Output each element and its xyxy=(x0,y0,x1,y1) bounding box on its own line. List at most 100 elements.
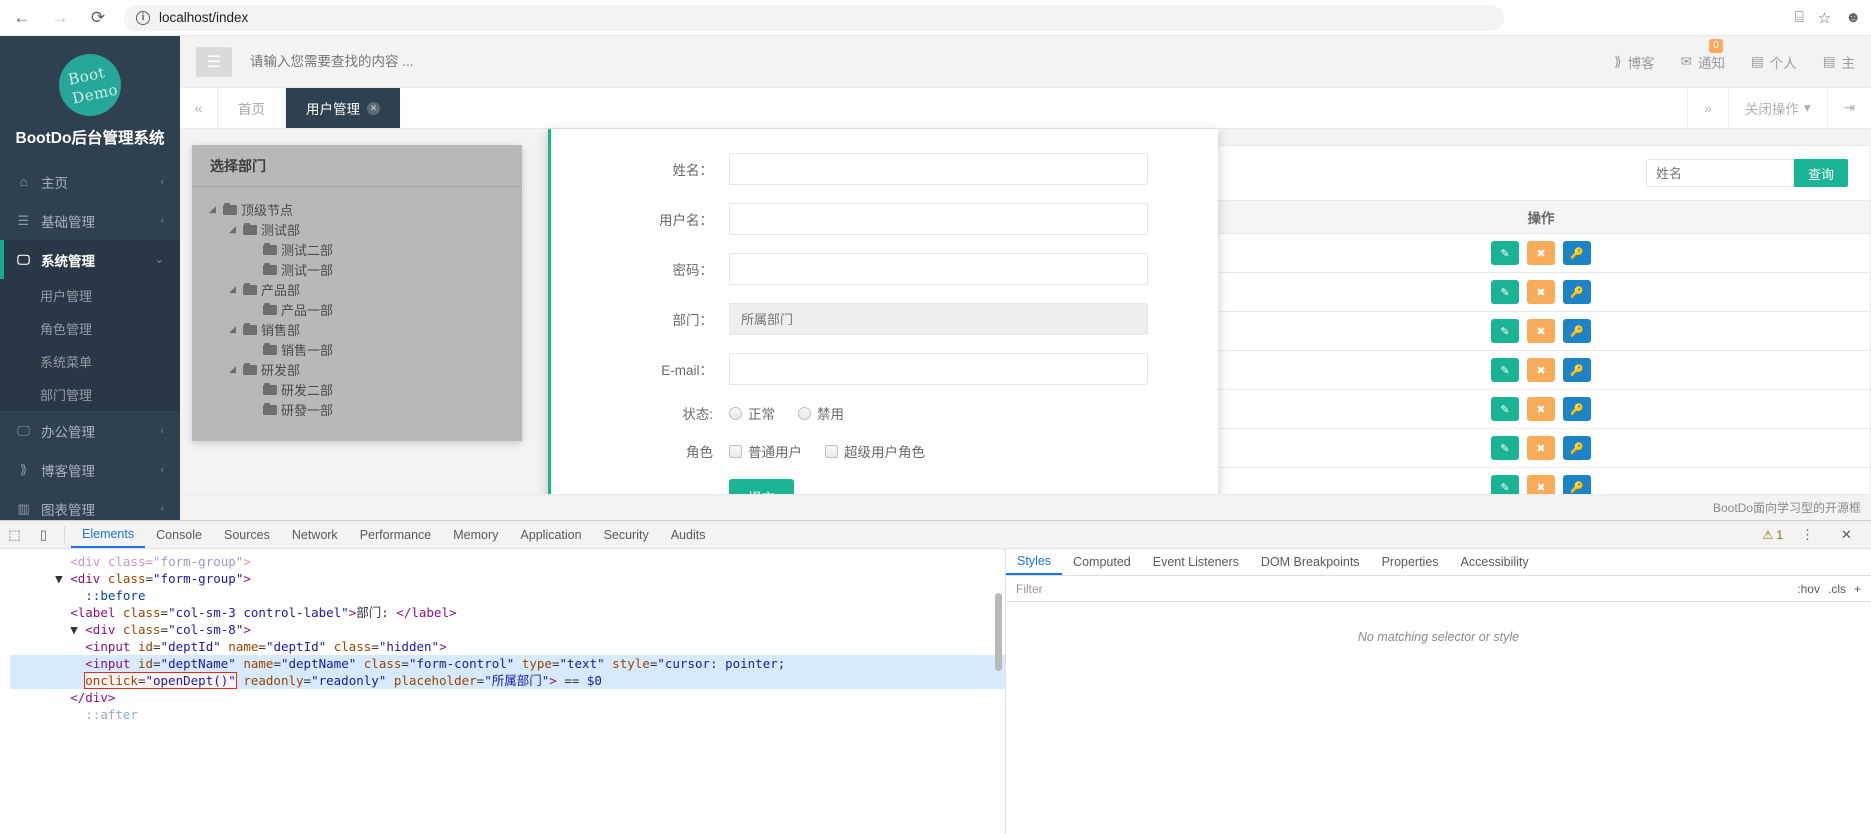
dom-line[interactable]: <input id="deptName" name="deptName" cla… xyxy=(10,655,1005,672)
tree-toggle-icon[interactable]: ◢ xyxy=(206,204,219,215)
devtools-tab-sources[interactable]: Sources xyxy=(213,521,281,548)
sidebar-item-home[interactable]: ⌂ 主页 ‹ xyxy=(0,162,180,201)
sidebar-item-role-management[interactable]: 角色管理 xyxy=(0,312,180,345)
global-search-input[interactable] xyxy=(250,54,670,69)
dom-scrollbar[interactable] xyxy=(995,593,1002,671)
tree-node[interactable]: 销售一部 xyxy=(206,339,522,359)
department-input[interactable] xyxy=(729,303,1148,335)
tree-toggle-icon[interactable]: ◢ xyxy=(226,324,239,335)
devtools-tab-performance[interactable]: Performance xyxy=(349,521,443,548)
checkbox-icon[interactable] xyxy=(825,444,838,458)
site-info-icon[interactable]: i xyxy=(136,10,150,25)
sidebar-item-office[interactable]: 🖵 办公管理 ‹ xyxy=(0,411,180,450)
class-toggle[interactable]: .cls xyxy=(1828,582,1846,596)
address-bar[interactable]: i localhost/index xyxy=(124,4,1504,31)
devtools-tab-application[interactable]: Application xyxy=(509,521,592,548)
topbar-link-notification[interactable]: ✉ 通知 0 xyxy=(1681,38,1725,72)
devtools-tab-audits[interactable]: Audits xyxy=(660,521,717,548)
search-input[interactable] xyxy=(1645,159,1794,187)
delete-icon[interactable]: ✖ xyxy=(1527,436,1555,460)
extensions-icon[interactable]: ⌸ xyxy=(1795,9,1804,26)
reset-password-icon[interactable]: 🔑 xyxy=(1563,397,1591,421)
reset-password-icon[interactable]: 🔑 xyxy=(1563,241,1591,265)
device-toolbar-icon[interactable]: ▯ xyxy=(29,521,58,548)
sidebar-item-basic[interactable]: ☰ 基础管理 ‹ xyxy=(0,201,180,240)
edit-icon[interactable]: ✎ xyxy=(1491,358,1519,382)
sidebar-tab-event-listeners[interactable]: Event Listeners xyxy=(1142,549,1250,575)
tree-node[interactable]: 研发二部 xyxy=(206,379,522,399)
dom-line[interactable]: ▼ <div class="col-sm-8"> xyxy=(10,621,1005,638)
edit-icon[interactable]: ✎ xyxy=(1491,397,1519,421)
tab-home[interactable]: 首页 xyxy=(218,88,286,128)
edit-icon[interactable]: ✎ xyxy=(1491,436,1519,460)
email-input[interactable] xyxy=(729,353,1148,385)
devtools-tab-memory[interactable]: Memory xyxy=(442,521,509,548)
topbar-link-main[interactable]: ▤ 主 xyxy=(1823,52,1855,72)
reset-password-icon[interactable]: 🔑 xyxy=(1563,319,1591,343)
delete-icon[interactable]: ✖ xyxy=(1527,241,1555,265)
reset-password-icon[interactable]: 🔑 xyxy=(1563,358,1591,382)
tree-node[interactable]: 测试二部 xyxy=(206,239,522,259)
sidebar-item-user-management[interactable]: 用户管理 xyxy=(0,279,180,312)
devtools-tab-network[interactable]: Network xyxy=(281,521,349,548)
edit-icon[interactable]: ✎ xyxy=(1491,319,1519,343)
tab-user-management[interactable]: 用户管理 ✕ xyxy=(286,88,400,128)
dom-line[interactable]: onclick="openDept()" readonly="readonly"… xyxy=(10,672,1005,689)
devtools-tab-elements[interactable]: Elements xyxy=(71,521,146,548)
forward-icon[interactable]: → xyxy=(48,6,72,30)
inspect-element-icon[interactable]: ⬚ xyxy=(0,521,29,548)
devtools-tab-console[interactable]: Console xyxy=(145,521,213,548)
sidebar-tab-properties[interactable]: Properties xyxy=(1371,549,1450,575)
sidebar-tab-computed[interactable]: Computed xyxy=(1062,549,1142,575)
radio-icon[interactable] xyxy=(798,406,811,420)
search-button[interactable]: 查询 xyxy=(1793,159,1848,187)
close-icon[interactable]: ✕ xyxy=(367,101,380,115)
back-icon[interactable]: ← xyxy=(10,6,34,30)
dom-line[interactable]: ::after xyxy=(10,706,1005,723)
topbar-link-blog[interactable]: ⟫ 博客 xyxy=(1614,52,1655,72)
dom-line[interactable]: <label class="col-sm-3 control-label">部门… xyxy=(10,604,1005,621)
tabs-scroll-right-icon[interactable]: » xyxy=(1687,88,1728,128)
topbar-link-profile[interactable]: ▤ 个人 xyxy=(1751,52,1797,72)
checkbox-icon[interactable] xyxy=(729,444,742,458)
warning-badge[interactable]: ⚠ 1 xyxy=(1763,528,1783,542)
bookmark-star-icon[interactable]: ☆ xyxy=(1818,9,1831,27)
close-devtools-icon[interactable]: ✕ xyxy=(1832,527,1861,543)
tree-node[interactable]: ◢ 测试部 xyxy=(206,219,522,239)
username-input[interactable] xyxy=(729,203,1148,235)
dom-line[interactable]: ::before xyxy=(10,587,1005,604)
sidebar-item-chart[interactable]: ▥ 图表管理 ‹ xyxy=(0,489,180,520)
tree-node[interactable]: ◢ 产品部 xyxy=(206,279,522,299)
tree-node[interactable]: 研發一部 xyxy=(206,399,522,419)
dom-tree[interactable]: <div class="form-group"> ▼ <div class="f… xyxy=(0,549,1005,834)
sidebar-tab-styles[interactable]: Styles xyxy=(1006,549,1063,575)
dom-line[interactable]: ▼ <div class="form-group"> xyxy=(10,570,1005,587)
devtools-tab-security[interactable]: Security xyxy=(593,521,660,548)
sidebar-tab-dom-breakpoints[interactable]: DOM Breakpoints xyxy=(1250,549,1371,575)
reset-password-icon[interactable]: 🔑 xyxy=(1563,436,1591,460)
tree-toggle-icon[interactable]: ◢ xyxy=(226,224,239,235)
radio-icon[interactable] xyxy=(729,406,742,420)
delete-icon[interactable]: ✖ xyxy=(1527,319,1555,343)
hover-state-toggle[interactable]: :hov xyxy=(1797,582,1820,596)
tabs-scroll-left-icon[interactable]: « xyxy=(180,88,218,128)
profile-icon[interactable]: ☻ xyxy=(1845,9,1861,26)
tree-node[interactable]: 产品一部 xyxy=(206,299,522,319)
logout-icon[interactable]: ⇥ xyxy=(1826,88,1871,128)
tree-toggle-icon[interactable]: ◢ xyxy=(226,364,239,375)
reload-icon[interactable]: ⟳ xyxy=(86,6,110,30)
delete-icon[interactable]: ✖ xyxy=(1527,397,1555,421)
more-options-icon[interactable]: ⋮ xyxy=(1793,527,1822,543)
sidebar-item-system[interactable]: 🖵 系统管理 ⌄ xyxy=(0,240,180,279)
name-input[interactable] xyxy=(729,153,1148,185)
delete-icon[interactable]: ✖ xyxy=(1527,358,1555,382)
tree-node[interactable]: ◢ 研发部 xyxy=(206,359,522,379)
role-checkbox-normal-user[interactable]: 普通用户 xyxy=(729,441,802,461)
password-input[interactable] xyxy=(729,253,1148,285)
edit-icon[interactable]: ✎ xyxy=(1491,241,1519,265)
new-style-rule-icon[interactable]: + xyxy=(1854,582,1861,596)
dom-line[interactable]: <input id="deptId" name="deptId" class="… xyxy=(10,638,1005,655)
close-operations-dropdown[interactable]: 关闭操作 ▾ xyxy=(1727,88,1827,128)
status-radio-disabled[interactable]: 禁用 xyxy=(798,403,844,423)
dom-line[interactable]: <div class="form-group"> xyxy=(10,553,1005,570)
